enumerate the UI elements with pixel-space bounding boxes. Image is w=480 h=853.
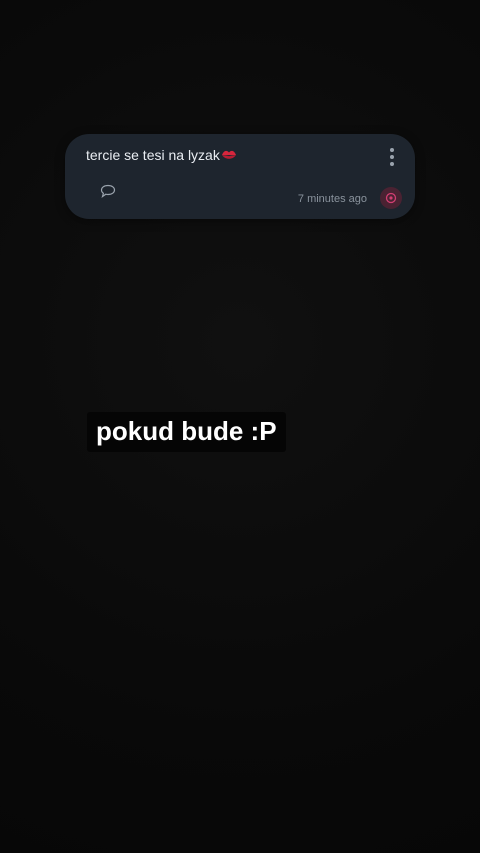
note-text-row: tercie se tesi na lyzak <box>86 147 237 163</box>
menu-dot <box>390 162 394 166</box>
kiss-mark-icon <box>221 148 237 160</box>
caption-text: pokud bude :P <box>87 412 286 452</box>
note-card[interactable]: tercie se tesi na lyzak 7 minutes ago <box>65 134 415 219</box>
story-screen: tercie se tesi na lyzak 7 minutes ago po… <box>0 0 480 853</box>
comment-bubble-icon[interactable] <box>100 184 116 198</box>
timestamp: 7 minutes ago <box>297 193 367 205</box>
reaction-button[interactable] <box>380 187 402 209</box>
more-vertical-icon[interactable] <box>387 148 397 168</box>
menu-dot <box>390 155 394 159</box>
note-text: tercie se tesi na lyzak <box>86 147 220 163</box>
reaction-icon <box>385 192 397 204</box>
menu-dot <box>390 148 394 152</box>
